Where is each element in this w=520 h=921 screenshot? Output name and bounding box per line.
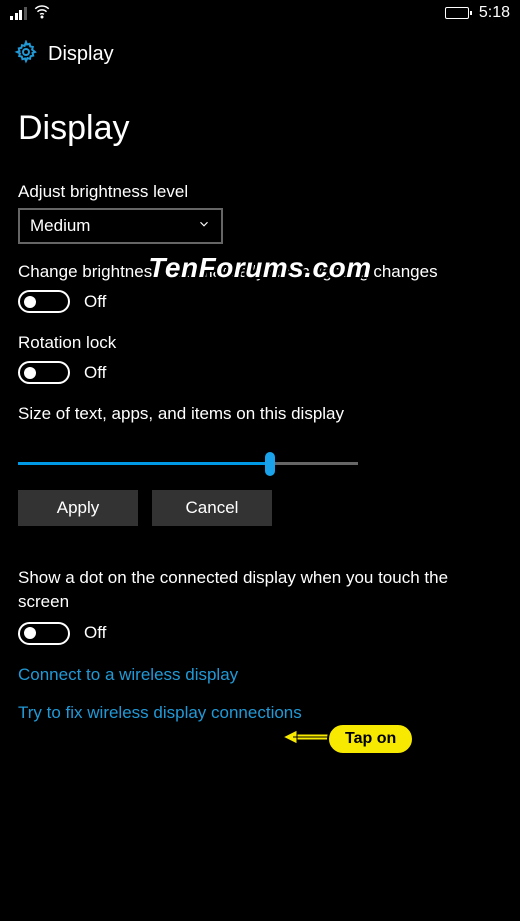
rotation-lock-state: Off bbox=[84, 363, 106, 383]
brightness-value: Medium bbox=[30, 216, 90, 236]
scaling-slider[interactable] bbox=[18, 452, 358, 476]
chevron-down-icon bbox=[197, 216, 211, 236]
gear-icon bbox=[14, 40, 38, 69]
slider-thumb[interactable] bbox=[265, 452, 275, 476]
page-title: Display bbox=[18, 109, 502, 148]
wifi-icon bbox=[33, 2, 51, 24]
auto-brightness-label: Change brightness automatically when lig… bbox=[18, 262, 502, 282]
auto-brightness-toggle[interactable] bbox=[18, 290, 70, 313]
annotation-callout: Tap on bbox=[283, 723, 414, 755]
connect-wireless-link[interactable]: Connect to a wireless display bbox=[18, 665, 238, 685]
auto-brightness-state: Off bbox=[84, 292, 106, 312]
apply-button[interactable]: Apply bbox=[18, 490, 138, 526]
show-dot-state: Off bbox=[84, 623, 106, 643]
arrow-left-icon bbox=[283, 727, 329, 752]
brightness-dropdown[interactable]: Medium bbox=[18, 208, 223, 244]
app-header-title: Display bbox=[48, 43, 114, 66]
rotation-lock-label: Rotation lock bbox=[18, 333, 502, 353]
annotation-text: Tap on bbox=[327, 723, 414, 755]
scaling-label: Size of text, apps, and items on this di… bbox=[18, 404, 502, 424]
cancel-button[interactable]: Cancel bbox=[152, 490, 272, 526]
app-header: Display bbox=[0, 26, 520, 87]
show-dot-toggle[interactable] bbox=[18, 622, 70, 645]
status-bar: 5:18 bbox=[0, 0, 520, 26]
show-dot-label: Show a dot on the connected display when… bbox=[18, 566, 502, 614]
fix-wireless-link[interactable]: Try to fix wireless display connections bbox=[18, 703, 302, 723]
clock: 5:18 bbox=[479, 4, 510, 22]
cellular-signal-icon bbox=[10, 7, 27, 20]
battery-icon bbox=[445, 7, 469, 19]
rotation-lock-toggle[interactable] bbox=[18, 361, 70, 384]
brightness-label: Adjust brightness level bbox=[18, 182, 502, 202]
